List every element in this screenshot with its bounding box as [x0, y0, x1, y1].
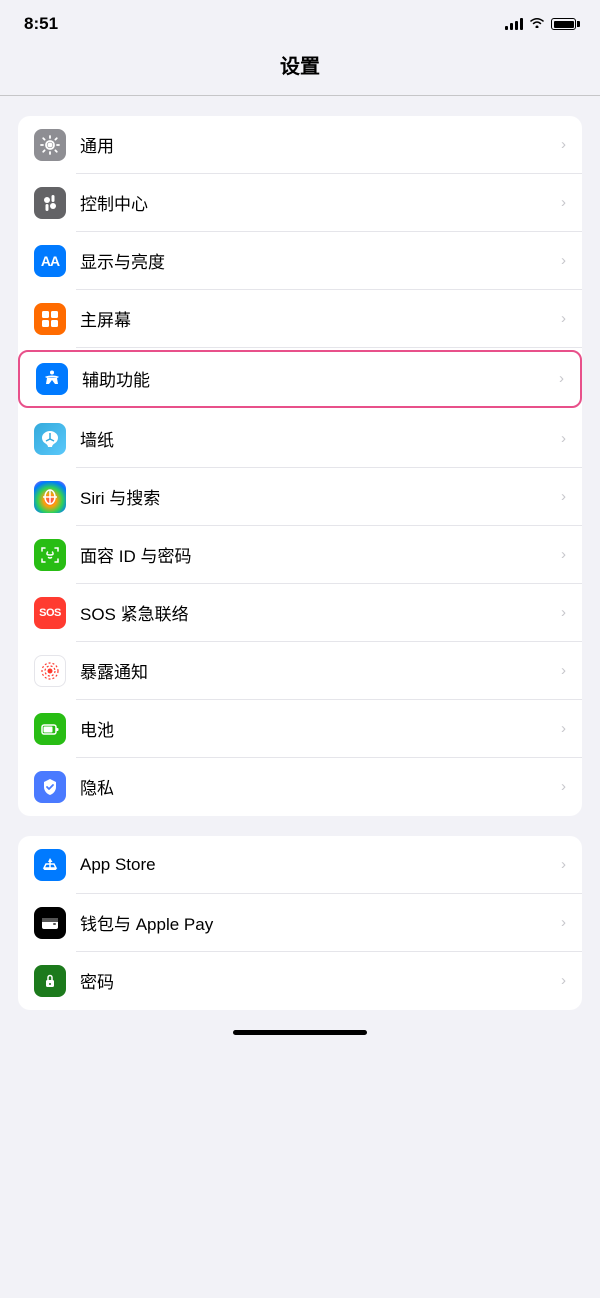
appstore-icon — [34, 849, 66, 881]
appstore-label: App Store — [80, 855, 557, 875]
page-title: 设置 — [0, 42, 600, 95]
siri-chevron: › — [561, 488, 566, 505]
faceid-chevron: › — [561, 546, 566, 563]
settings-row-siri[interactable]: Siri 与搜索 › — [18, 468, 582, 526]
section-apps: App Store › 钱包与 Apple Pay › 密码 › — [18, 836, 582, 1010]
settings-row-wallpaper[interactable]: 墙纸 › — [18, 410, 582, 468]
siri-label: Siri 与搜索 — [80, 484, 557, 509]
status-bar: 8:51 — [0, 0, 600, 42]
siri-icon — [34, 481, 66, 513]
settings-row-password[interactable]: 密码 › — [18, 952, 582, 1010]
battery-label: 电池 — [80, 716, 557, 741]
sos-icon: SOS — [34, 597, 66, 629]
settings-row-wallet[interactable]: 钱包与 Apple Pay › — [18, 894, 582, 952]
settings-row-appstore[interactable]: App Store › — [18, 836, 582, 894]
settings-row-display[interactable]: AA 显示与亮度 › — [18, 232, 582, 290]
settings-row-general[interactable]: 通用 › — [18, 116, 582, 174]
battery-chevron: › — [561, 720, 566, 737]
status-time: 8:51 — [24, 14, 58, 34]
settings-row-battery[interactable]: 电池 › — [18, 700, 582, 758]
password-icon — [34, 965, 66, 997]
display-label: 显示与亮度 — [80, 248, 557, 273]
general-label: 通用 — [80, 132, 557, 157]
general-icon — [34, 129, 66, 161]
battery-icon — [551, 18, 576, 30]
wallpaper-chevron: › — [561, 430, 566, 447]
exposure-label: 暴露通知 — [80, 658, 557, 683]
control-icon — [34, 187, 66, 219]
faceid-icon — [34, 539, 66, 571]
exposure-icon — [34, 655, 66, 687]
settings-row-home[interactable]: 主屏幕 › — [18, 290, 582, 348]
accessibility-chevron: › — [559, 370, 564, 387]
faceid-label: 面容 ID 与密码 — [80, 542, 557, 567]
title-divider — [0, 95, 600, 96]
home-icon — [34, 303, 66, 335]
home-label: 主屏幕 — [80, 306, 557, 331]
sos-chevron: › — [561, 604, 566, 621]
privacy-icon — [34, 771, 66, 803]
home-chevron: › — [561, 310, 566, 327]
password-label: 密码 — [80, 968, 557, 993]
settings-row-exposure[interactable]: 暴露通知 › — [18, 642, 582, 700]
settings-row-accessibility[interactable]: 辅助功能 › — [18, 350, 582, 408]
accessibility-label: 辅助功能 — [82, 366, 555, 391]
wallpaper-label: 墙纸 — [80, 426, 557, 451]
wallet-icon — [34, 907, 66, 939]
control-chevron: › — [561, 194, 566, 211]
privacy-label: 隐私 — [80, 774, 557, 799]
accessibility-icon — [36, 363, 68, 395]
status-icons — [505, 15, 576, 33]
signal-icon — [505, 18, 523, 30]
battery-row-icon — [34, 713, 66, 745]
settings-row-control[interactable]: 控制中心 › — [18, 174, 582, 232]
wifi-icon — [529, 15, 545, 33]
password-chevron: › — [561, 972, 566, 989]
settings-row-privacy[interactable]: 隐私 › — [18, 758, 582, 816]
display-chevron: › — [561, 252, 566, 269]
appstore-chevron: › — [561, 856, 566, 873]
wallpaper-icon — [34, 423, 66, 455]
control-label: 控制中心 — [80, 190, 557, 215]
display-icon: AA — [34, 245, 66, 277]
home-indicator — [233, 1030, 367, 1035]
general-chevron: › — [561, 136, 566, 153]
settings-row-faceid[interactable]: 面容 ID 与密码 › — [18, 526, 582, 584]
sos-label: SOS 紧急联络 — [80, 600, 557, 625]
section-main: 通用 › 控制中心 › AA 显示与亮度 › — [18, 116, 582, 816]
privacy-chevron: › — [561, 778, 566, 795]
wallet-chevron: › — [561, 914, 566, 931]
settings-row-sos[interactable]: SOS SOS 紧急联络 › — [18, 584, 582, 642]
exposure-chevron: › — [561, 662, 566, 679]
wallet-label: 钱包与 Apple Pay — [80, 910, 557, 935]
